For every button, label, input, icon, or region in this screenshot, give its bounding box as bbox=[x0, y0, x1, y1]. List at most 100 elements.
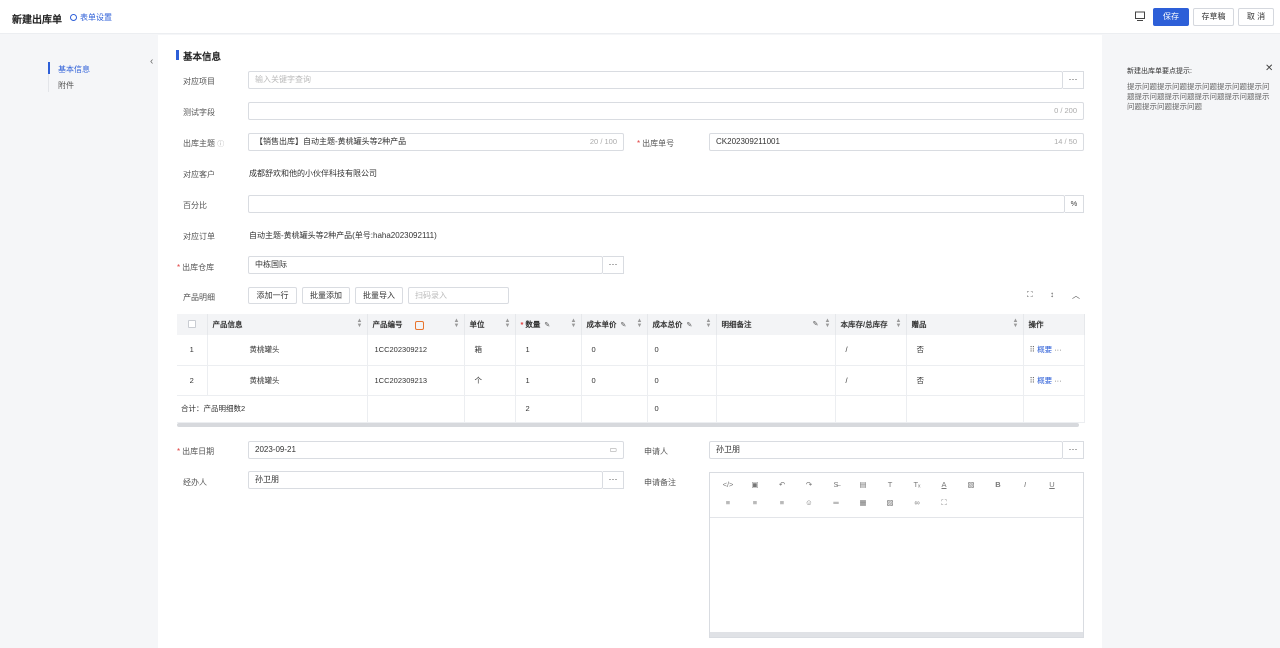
handler-more-icon[interactable]: ··· bbox=[603, 471, 624, 489]
table-row: 1 黄桃罐头 1CC202309212 箱 1 0 0 / 否 ⠿ 概要 ··· bbox=[177, 335, 1085, 366]
th-detail-note[interactable]: 明细备注 ✎ ▲ ▼ bbox=[716, 314, 836, 335]
th-unit[interactable]: 单位 ▲ ▼ bbox=[464, 314, 516, 335]
warehouse-label: * 出库仓库 bbox=[177, 263, 215, 272]
sort-icon: ▲ ▼ bbox=[895, 318, 902, 329]
divider-icon[interactable]: ═ bbox=[830, 498, 842, 507]
clear-format-icon[interactable]: Tₓ bbox=[911, 480, 923, 489]
th-product-info[interactable]: 产品信息 ▲ ▼ bbox=[207, 314, 368, 335]
drag-handle-icon[interactable]: ⠿ bbox=[1030, 376, 1036, 385]
handler-label: 经办人 bbox=[183, 478, 207, 487]
gear-icon bbox=[70, 14, 77, 21]
handler-input[interactable]: 孙卫朋 bbox=[248, 471, 603, 489]
nav-item-attachments[interactable]: 附件 bbox=[58, 80, 74, 91]
save-button[interactable]: 保存 bbox=[1153, 8, 1189, 26]
sort-icon: ▲ ▼ bbox=[636, 318, 643, 329]
customer-value: 成都舒欢和他的小伙伴科技有限公司 bbox=[249, 169, 377, 178]
calendar-icon: ▭ bbox=[609, 445, 617, 454]
table-row: 2 黄桃罐头 1CC202309213 个 1 0 0 / 否 ⠿ 概要 ··· bbox=[177, 365, 1085, 396]
test-field-input[interactable]: 0 / 200 bbox=[248, 102, 1084, 120]
redo-icon[interactable]: ↷ bbox=[803, 480, 815, 489]
undo-icon[interactable]: ↶ bbox=[776, 480, 788, 489]
draft-button[interactable]: 存草稿 bbox=[1193, 8, 1234, 26]
batch-import-button[interactable]: 批量导入 bbox=[355, 287, 403, 304]
align-left-icon[interactable]: ≡ bbox=[722, 498, 734, 507]
edit-icon: ✎ bbox=[686, 322, 693, 329]
order-label: 对应订单 bbox=[183, 232, 215, 241]
th-cost-price[interactable]: 成本单价 ✎ ▲ ▼ bbox=[581, 314, 648, 335]
th-product-code[interactable]: 产品编号 ▲ ▼ bbox=[367, 314, 465, 335]
top-bar: 新建出库单 表单设置 保存 存草稿 取 消 bbox=[0, 0, 1280, 34]
font-size-icon[interactable]: T bbox=[884, 480, 896, 489]
sort-icon: ▲ ▼ bbox=[504, 318, 511, 329]
project-input[interactable]: 输入关键字查询 bbox=[248, 71, 1063, 89]
percent-input[interactable] bbox=[248, 195, 1065, 213]
edit-icon: ✎ bbox=[620, 322, 627, 329]
products-label: 产品明细 bbox=[183, 293, 215, 302]
scan-input[interactable]: 扫码录入 bbox=[408, 287, 509, 304]
add-row-button[interactable]: 添加一行 bbox=[248, 287, 297, 304]
italic-icon[interactable]: I bbox=[1019, 480, 1031, 489]
align-center-icon[interactable]: ≡ bbox=[749, 498, 761, 507]
edit-icon: ✎ bbox=[544, 322, 551, 329]
th-cost-total[interactable]: 成本总价 ✎ ▲ ▼ bbox=[647, 314, 717, 335]
table-icon[interactable]: ▦ bbox=[857, 498, 869, 507]
order-no-input[interactable]: CK202309211001 14 / 50 bbox=[709, 133, 1084, 151]
form-settings-link[interactable]: 表单设置 bbox=[70, 12, 112, 23]
applicant-input[interactable]: 孙卫朋 bbox=[709, 441, 1063, 459]
more-icon[interactable]: ··· bbox=[1054, 376, 1062, 385]
editor-resize-bar[interactable] bbox=[710, 632, 1083, 637]
row-summary-link[interactable]: 概要 bbox=[1037, 376, 1052, 385]
fullscreen-icon[interactable]: ⛶ bbox=[1027, 290, 1033, 300]
page-title: 新建出库单 bbox=[12, 15, 62, 26]
warehouse-more-icon[interactable]: ··· bbox=[603, 256, 624, 274]
paste-icon[interactable]: ▤ bbox=[857, 480, 869, 489]
sort-icon: ▲ ▼ bbox=[1012, 318, 1019, 329]
subject-label: 出库主题 ⓘ bbox=[183, 139, 225, 148]
sort-icon: ▲ ▼ bbox=[705, 318, 712, 329]
th-stock[interactable]: 本库存/总库存 ▲ ▼ bbox=[835, 314, 907, 335]
project-label: 对应项目 bbox=[183, 77, 215, 86]
close-icon[interactable]: ✕ bbox=[1265, 63, 1273, 74]
emoji-icon[interactable]: ☺ bbox=[803, 498, 815, 507]
row-summary-link[interactable]: 概要 bbox=[1037, 345, 1052, 354]
tips-text: 提示问题提示问题提示问题提示问题提示问题提示问题提示问题提示问题提示问题提示问题… bbox=[1127, 82, 1270, 111]
underline-icon[interactable]: U bbox=[1046, 480, 1058, 489]
collapse-chevron-icon[interactable]: ‹ bbox=[150, 57, 158, 67]
nav-active-indicator bbox=[48, 62, 50, 74]
select-all-checkbox[interactable] bbox=[177, 314, 208, 335]
rich-text-editor[interactable]: </> ▣ ↶ ↷ S̶ ▤ T Tₓ A ▧ B I U ≡ ≡ ≡ ☺ ═ … bbox=[709, 472, 1084, 638]
date-label: * 出库日期 bbox=[177, 447, 215, 456]
font-color-icon[interactable]: A bbox=[938, 480, 950, 489]
sort-icon: ▲ ▼ bbox=[824, 318, 831, 329]
th-gift[interactable]: 赠品 ▲ ▼ bbox=[906, 314, 1024, 335]
table-horizontal-scrollbar[interactable] bbox=[177, 423, 1079, 427]
sort-icon: ▲ ▼ bbox=[453, 318, 460, 329]
monitor-icon[interactable] bbox=[1134, 11, 1146, 22]
info-icon: ⓘ bbox=[217, 141, 225, 148]
warehouse-input[interactable]: 中栋国际 bbox=[248, 256, 603, 274]
batch-add-button[interactable]: 批量添加 bbox=[302, 287, 350, 304]
customer-label: 对应客户 bbox=[183, 170, 215, 179]
align-right-icon[interactable]: ≡ bbox=[776, 498, 788, 507]
bold-icon[interactable]: B bbox=[992, 480, 1004, 489]
chevron-up-icon[interactable]: ︿ bbox=[1072, 290, 1080, 301]
row-height-icon[interactable]: ↕ bbox=[1050, 290, 1054, 299]
link-icon[interactable]: ∞ bbox=[911, 498, 923, 507]
left-nav bbox=[0, 35, 158, 648]
nav-item-basic-info[interactable]: 基本信息 bbox=[58, 64, 90, 75]
more-icon[interactable]: ··· bbox=[1054, 345, 1062, 354]
project-more-icon[interactable]: ··· bbox=[1063, 71, 1084, 89]
code-view-icon[interactable]: </> bbox=[722, 480, 734, 489]
applicant-more-icon[interactable]: ··· bbox=[1063, 441, 1084, 459]
char-count: 20 / 100 bbox=[589, 137, 617, 146]
cancel-button[interactable]: 取 消 bbox=[1238, 8, 1274, 26]
highlight-icon[interactable]: ▧ bbox=[965, 480, 977, 489]
date-input[interactable]: 2023-09-21 ▭ bbox=[248, 441, 624, 459]
subject-input[interactable]: 【销售出库】自动主题-黄桃罐头等2种产品 20 / 100 bbox=[248, 133, 624, 151]
drag-handle-icon[interactable]: ⠿ bbox=[1030, 345, 1036, 354]
fullscreen-icon[interactable]: ⛶ bbox=[938, 498, 950, 508]
image-icon[interactable]: ▨ bbox=[884, 498, 896, 507]
strikethrough-icon[interactable]: S̶ bbox=[830, 480, 842, 489]
template-icon[interactable]: ▣ bbox=[749, 480, 761, 489]
th-qty[interactable]: * 数量 ✎ ▲ ▼ bbox=[515, 314, 582, 335]
